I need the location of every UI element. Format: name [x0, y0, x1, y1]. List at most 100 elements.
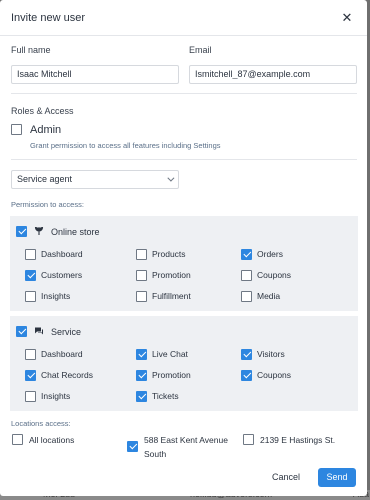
checkbox[interactable] [136, 290, 147, 302]
group-title: Online store [51, 226, 100, 237]
divider [11, 92, 357, 94]
location-item-all[interactable]: All locations [12, 433, 74, 447]
permission-label: Products [152, 249, 186, 259]
location-item-hastings[interactable]: 2139 E Hastings St. [243, 433, 335, 447]
permission-item-live-chat[interactable]: Live Chat [136, 348, 241, 360]
checkbox[interactable] [25, 290, 36, 302]
permission-label: Coupons [257, 270, 292, 280]
permission-item-chat-records[interactable]: Chat Records [25, 369, 136, 381]
permission-label: Customers [41, 270, 83, 280]
permission-label: Visitors [257, 349, 285, 359]
location-item-east-kent[interactable]: 588 East Kent Avenue South [127, 433, 228, 461]
checkbox[interactable] [25, 390, 36, 402]
group-checkbox-online-store[interactable] [16, 226, 27, 237]
group-header[interactable]: Service [16, 326, 349, 338]
permission-item-orders[interactable]: Orders [241, 248, 346, 260]
permission-label: Fulfillment [152, 291, 191, 301]
checkbox[interactable] [12, 433, 23, 445]
permission-label: Dashboard [41, 249, 83, 259]
group-title: Service [51, 326, 82, 337]
permission-item-insights[interactable]: Insights [25, 290, 136, 302]
cancel-button[interactable]: Cancel [272, 472, 300, 482]
close-icon[interactable]: ✕ [339, 11, 355, 24]
location-label: All locations [29, 434, 75, 445]
permission-item-customers[interactable]: Customers [25, 269, 136, 281]
permission-label: Dashboard [41, 349, 83, 359]
full-name-label: Full name [11, 45, 51, 55]
locations-label: Locations access: [11, 418, 71, 428]
email-field-group: Email [189, 45, 357, 84]
checkbox[interactable] [25, 248, 36, 260]
permission-group-service: Service Dashboard Live Chat Visitors Cha… [10, 315, 358, 411]
group-checkbox-service[interactable] [16, 326, 27, 337]
name-email-row: Full name Email [11, 45, 357, 84]
group-header[interactable]: Online store [16, 226, 349, 238]
permission-label: Chat Records [41, 370, 93, 380]
permission-item-media[interactable]: Media [241, 290, 346, 302]
permission-item-products[interactable]: Products [136, 248, 241, 260]
permission-label: Insights [41, 291, 71, 301]
permission-item-tickets[interactable]: Tickets [136, 390, 241, 402]
checkbox[interactable] [25, 269, 36, 281]
permission-group-online-store: Online store Dashboard Products Orders C… [10, 215, 358, 311]
checkbox[interactable] [25, 369, 36, 381]
permission-item-dashboard[interactable]: Dashboard [25, 248, 136, 260]
modal-header: Invite new user ✕ [0, 0, 367, 36]
send-button[interactable]: Send [318, 467, 356, 487]
modal-footer: Cancel Send [0, 458, 367, 496]
permission-item-fulfillment[interactable]: Fulfillment [136, 290, 241, 302]
checkbox[interactable] [136, 248, 147, 260]
leaf-icon [34, 226, 44, 238]
permissions-label: Permission to access: [11, 199, 84, 209]
location-label: 588 East Kent Avenue South [144, 433, 228, 461]
permission-item-coupons[interactable]: Coupons [241, 369, 346, 381]
admin-label: Admin [30, 123, 62, 136]
permission-label: Orders [257, 249, 283, 259]
permission-item-visitors[interactable]: Visitors [241, 348, 346, 360]
admin-checkbox[interactable] [11, 124, 22, 135]
permission-label: Insights [41, 391, 71, 401]
location-label-line1: 588 East Kent Avenue [144, 434, 228, 445]
email-label: Email [189, 45, 212, 55]
role-select-value: Service agent [17, 174, 73, 184]
checkbox[interactable] [241, 348, 252, 360]
permission-item-promotion[interactable]: Promotion [136, 369, 241, 381]
permission-label: Live Chat [152, 349, 188, 359]
permission-item-promotion[interactable]: Promotion [136, 269, 241, 281]
invite-user-modal: Invite new user ✕ Full name Email Roles … [0, 0, 367, 496]
divider [11, 158, 357, 160]
modal-content: Full name Email Roles & Access Admin Gra… [0, 45, 367, 463]
checkbox[interactable] [25, 348, 36, 360]
checkbox[interactable] [241, 248, 252, 260]
role-select[interactable]: Service agent [11, 169, 179, 189]
admin-description: Grant permission to access all features … [30, 140, 221, 150]
permission-item-coupons[interactable]: Coupons [241, 269, 346, 281]
checkbox[interactable] [241, 369, 252, 381]
full-name-field-group: Full name [11, 45, 179, 84]
chat-icon [34, 326, 44, 338]
permission-grid: Dashboard Live Chat Visitors Chat Record… [25, 348, 349, 402]
checkbox[interactable] [136, 348, 147, 360]
checkbox[interactable] [127, 440, 138, 452]
permission-label: Promotion [152, 370, 191, 380]
checkbox[interactable] [243, 433, 254, 445]
roles-section-title: Roles & Access [11, 105, 74, 116]
chevron-down-icon [167, 174, 175, 182]
admin-checkbox-row[interactable]: Admin [11, 124, 357, 136]
location-label: 2139 E Hastings St. [260, 434, 336, 445]
checkbox[interactable] [136, 269, 147, 281]
permission-label: Promotion [152, 270, 191, 280]
checkbox[interactable] [136, 390, 147, 402]
checkbox[interactable] [241, 290, 252, 302]
full-name-input[interactable] [11, 64, 179, 84]
permission-label: Coupons [257, 370, 292, 380]
permission-label: Tickets [152, 391, 179, 401]
checkbox[interactable] [136, 369, 147, 381]
checkbox[interactable] [241, 269, 252, 281]
permission-grid: Dashboard Products Orders Customers Prom… [25, 248, 349, 302]
permission-label: Media [257, 291, 281, 301]
email-input[interactable] [189, 64, 357, 84]
modal-title: Invite new user [11, 11, 85, 24]
permission-item-insights[interactable]: Insights [25, 390, 136, 402]
permission-item-dashboard[interactable]: Dashboard [25, 348, 136, 360]
